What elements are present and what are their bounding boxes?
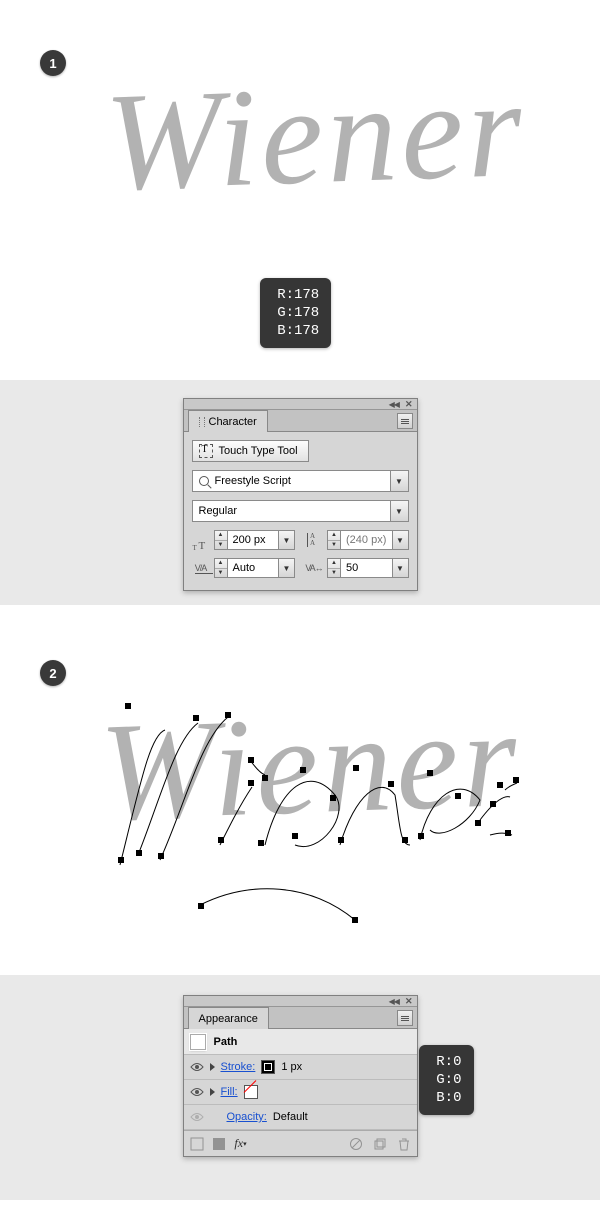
new-stroke-icon[interactable]	[190, 1137, 204, 1151]
disclosure-icon[interactable]	[210, 1088, 215, 1096]
close-icon[interactable]: ✕	[405, 996, 413, 1007]
close-icon[interactable]: ✕	[405, 399, 413, 410]
visibility-icon-dim[interactable]	[190, 1110, 204, 1124]
rgb-g-value: 178	[294, 304, 319, 322]
font-size-value: 200 px	[233, 534, 266, 546]
leading-combo[interactable]: ▲▼ (240 px) ▼	[327, 530, 409, 550]
appearance-panel-area: ◀◀ ✕ Appearance Path	[0, 975, 600, 1200]
appearance-panel: ◀◀ ✕ Appearance Path	[183, 995, 418, 1157]
step2-canvas: 2 Wiener	[0, 605, 600, 975]
panel-menu-button[interactable]	[397, 1010, 413, 1026]
clear-appearance-icon[interactable]	[349, 1137, 363, 1151]
fx-button[interactable]: fx▾	[234, 1137, 248, 1151]
rgb-r-label: R:	[272, 286, 294, 304]
chevron-down-icon[interactable]: ▼	[392, 531, 408, 549]
stepper-icon[interactable]: ▲▼	[328, 559, 341, 577]
traced-paths	[80, 705, 520, 945]
tab-appearance[interactable]: Appearance	[188, 1007, 269, 1029]
character-body: Touch Type Tool Freestyle Script ▼ Regul…	[184, 432, 417, 590]
rgb-r-label: R:	[431, 1053, 453, 1071]
font-style-combo[interactable]: Regular ▼	[192, 500, 409, 522]
collapse-icon[interactable]: ◀◀	[389, 997, 399, 1006]
step-badge-1: 1	[40, 50, 66, 76]
font-size-combo[interactable]: ▲▼ 200 px ▼	[214, 530, 296, 550]
panel-tabrow: Character	[184, 410, 417, 432]
visibility-icon[interactable]	[190, 1085, 204, 1099]
opacity-value: Default	[273, 1111, 308, 1123]
character-panel: ◀◀ ✕ Character Touch Type Tool Fre	[183, 398, 418, 591]
fill-swatch-none[interactable]	[244, 1085, 258, 1099]
appearance-body: Path Stroke: 1 px Fill:	[184, 1029, 417, 1156]
stroke-link[interactable]: Stroke:	[221, 1061, 256, 1073]
rgb-g-value: 0	[453, 1071, 461, 1089]
chevron-down-icon[interactable]: ▼	[392, 559, 408, 577]
panel-titlebar[interactable]: ◀◀ ✕	[184, 996, 417, 1007]
path-label: Path	[214, 1036, 238, 1048]
disclosure-icon[interactable]	[210, 1063, 215, 1071]
step-badge-2: 2	[40, 660, 66, 686]
tab-label: Character	[209, 416, 257, 428]
kerning-combo[interactable]: ▲▼ Auto ▼	[214, 558, 296, 578]
stroke-value: 1 px	[281, 1061, 302, 1073]
tab-label: Appearance	[199, 1013, 258, 1025]
touch-type-icon	[199, 444, 213, 458]
chevron-down-icon[interactable]: ▼	[278, 531, 294, 549]
font-family-value: Freestyle Script	[215, 475, 291, 487]
stepper-icon[interactable]: ▲▼	[215, 531, 228, 549]
appearance-row-stroke[interactable]: Stroke: 1 px	[184, 1055, 417, 1080]
appearance-row-path[interactable]: Path	[184, 1029, 417, 1055]
leading-value: (240 px)	[346, 534, 386, 546]
stepper-icon[interactable]: ▲▼	[215, 559, 228, 577]
kerning-value: Auto	[233, 562, 256, 574]
new-fill-icon[interactable]	[212, 1137, 226, 1151]
tracking-combo[interactable]: ▲▼ 50 ▼	[327, 558, 409, 578]
chevron-down-icon[interactable]: ▼	[390, 471, 408, 491]
visibility-icon[interactable]	[190, 1060, 204, 1074]
duplicate-icon[interactable]	[373, 1137, 387, 1151]
rgb-g-label: G:	[431, 1071, 453, 1089]
rgb-tooltip-black: R:0 G:0 B:0	[419, 1045, 473, 1115]
touch-type-tool-button[interactable]: Touch Type Tool	[192, 440, 309, 462]
collapse-icon[interactable]: ◀◀	[389, 400, 399, 409]
tab-character[interactable]: Character	[188, 410, 268, 432]
chevron-down-icon[interactable]: ▼	[278, 559, 294, 577]
tracking-value: 50	[346, 562, 358, 574]
font-size-icon	[192, 531, 210, 549]
tab-grip-icon	[199, 417, 205, 427]
kerning-icon: V/A	[192, 559, 210, 577]
tracking-icon: VA↔	[305, 559, 323, 577]
appearance-row-fill[interactable]: Fill:	[184, 1080, 417, 1105]
stroke-swatch[interactable]	[261, 1060, 275, 1074]
opacity-link[interactable]: Opacity:	[227, 1111, 267, 1123]
rgb-tooltip-gray: R:178 G:178 B:178	[260, 278, 331, 348]
rgb-b-label: B:	[431, 1089, 453, 1107]
rgb-b-value: 178	[294, 322, 319, 340]
panel-tabrow: Appearance	[184, 1007, 417, 1029]
touch-type-label: Touch Type Tool	[219, 445, 298, 457]
character-panel-area: ◀◀ ✕ Character Touch Type Tool Fre	[0, 380, 600, 605]
appearance-footer: fx▾	[184, 1130, 417, 1156]
stepper-icon[interactable]: ▲▼	[328, 531, 341, 549]
panel-menu-button[interactable]	[397, 413, 413, 429]
font-family-combo[interactable]: Freestyle Script ▼	[192, 470, 409, 492]
rgb-b-label: B:	[272, 322, 294, 340]
panel-titlebar[interactable]: ◀◀ ✕	[184, 399, 417, 410]
font-style-value: Regular	[199, 505, 238, 517]
fill-link[interactable]: Fill:	[221, 1086, 238, 1098]
script-word: Wiener	[102, 48, 528, 224]
rgb-g-label: G:	[272, 304, 294, 322]
chevron-down-icon[interactable]: ▼	[390, 501, 408, 521]
rgb-b-value: 0	[453, 1089, 461, 1107]
step1-canvas: 1 Wiener R:178 G:178 B:178	[0, 0, 600, 380]
rgb-r-value: 178	[294, 286, 319, 304]
rgb-r-value: 0	[453, 1053, 461, 1071]
appearance-row-opacity[interactable]: Opacity: Default	[184, 1105, 417, 1130]
leading-icon	[305, 531, 323, 549]
search-icon	[199, 476, 209, 486]
trash-icon[interactable]	[397, 1137, 411, 1151]
path-thumbnail	[190, 1034, 206, 1050]
